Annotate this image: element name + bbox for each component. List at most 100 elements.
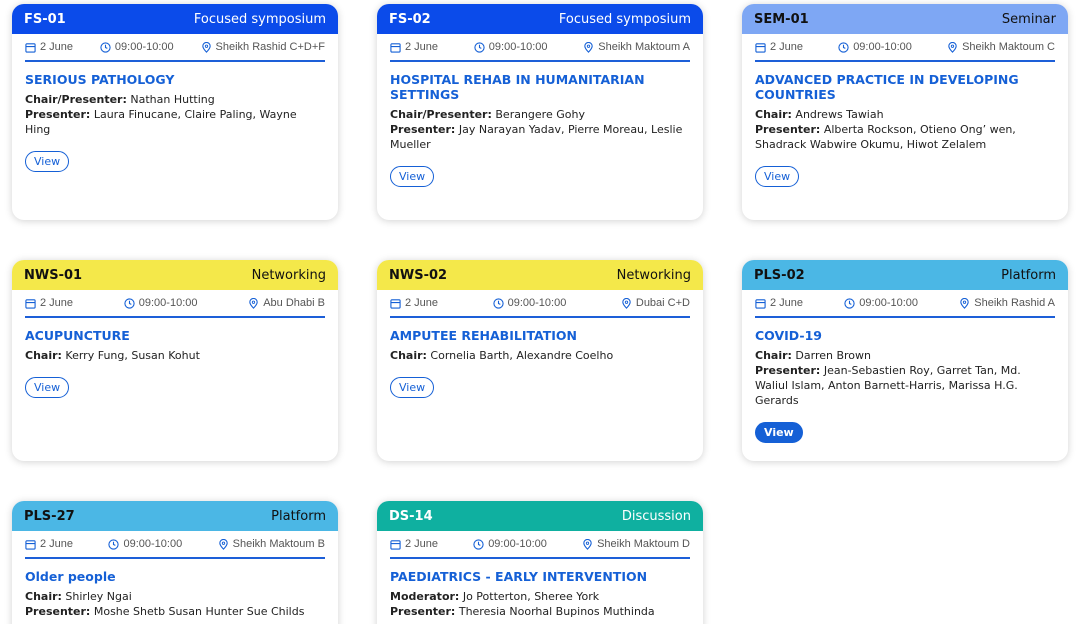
people-text: Andrews Tawiah xyxy=(795,108,884,121)
location-pin-icon xyxy=(947,41,958,53)
session-title[interactable]: COVID-19 xyxy=(755,328,1055,343)
view-button[interactable]: View xyxy=(25,151,70,172)
time-text: 09:00-10:00 xyxy=(853,41,912,53)
clock-icon xyxy=(108,538,120,550)
chair-line: Chair/Presenter: Nathan Hutting xyxy=(25,92,325,107)
date-text: 2 June xyxy=(40,41,74,53)
chair-line: Chair/Presenter: Berangere Gohy xyxy=(390,107,690,122)
card-header: FS-02 Focused symposium xyxy=(377,4,703,34)
date-text: 2 June xyxy=(770,41,804,53)
presenter-line: Presenter: Jean-Sebastien Roy, Garret Ta… xyxy=(755,363,1055,408)
session-title[interactable]: AMPUTEE REHABILITATION xyxy=(390,328,690,343)
session-location: Sheikh Maktoum C xyxy=(947,41,1055,53)
session-code: NWS-01 xyxy=(24,267,83,283)
session-title[interactable]: ADVANCED PRACTICE IN DEVELOPING COUNTRIE… xyxy=(755,72,1055,102)
session-card-sem-01: SEM-01 Seminar 2 June 09:00-10:00 Sheikh… xyxy=(742,4,1068,220)
session-time: 09:00-10:00 xyxy=(492,297,566,309)
chair-line: Chair: Andrews Tawiah xyxy=(755,107,1055,122)
session-title[interactable]: PAEDIATRICS - EARLY INTERVENTION xyxy=(390,569,690,584)
session-title[interactable]: Older people xyxy=(25,569,325,584)
location-pin-icon xyxy=(959,297,970,309)
session-title[interactable]: SERIOUS PATHOLOGY xyxy=(25,72,325,87)
location-pin-icon xyxy=(583,41,594,53)
session-card-ds-14: DS-14 Discussion 2 June 09:00-10:00 Shei… xyxy=(377,501,703,624)
session-title[interactable]: ACUPUNCTURE xyxy=(25,328,325,343)
role-label: Chair/Presenter: xyxy=(390,108,492,121)
calendar-icon xyxy=(755,298,766,309)
role-label: Presenter: xyxy=(755,123,821,136)
role-label: Presenter: xyxy=(390,123,456,136)
clock-icon xyxy=(100,41,111,53)
session-time: 09:00-10:00 xyxy=(100,41,174,53)
location-text: Sheikh Maktoum B xyxy=(232,538,325,550)
location-text: Sheikh Rashid C+D+F xyxy=(215,41,325,53)
location-pin-icon xyxy=(218,538,229,550)
session-date: 2 June xyxy=(390,41,438,53)
date-text: 2 June xyxy=(405,41,439,53)
role-label: Chair: xyxy=(755,108,792,121)
session-location: Dubai C+D xyxy=(621,297,690,309)
presenter-line: Presenter: Theresia Noorhal Bupinos Muth… xyxy=(390,604,690,619)
role-label: Chair: xyxy=(25,349,62,362)
calendar-icon xyxy=(25,42,36,53)
location-pin-icon xyxy=(248,297,259,309)
location-text: Abu Dhabi B xyxy=(263,297,325,309)
location-text: Sheikh Maktoum A xyxy=(598,41,690,53)
clock-icon xyxy=(838,41,849,53)
card-header: SEM-01 Seminar xyxy=(742,4,1068,34)
location-text: Sheikh Maktoum C xyxy=(962,41,1055,53)
session-location: Sheikh Maktoum A xyxy=(583,41,690,53)
session-code: NWS-02 xyxy=(389,267,448,283)
calendar-icon xyxy=(390,42,401,53)
date-text: 2 June xyxy=(40,297,74,309)
view-button[interactable]: View xyxy=(25,377,70,398)
clock-icon xyxy=(124,297,135,309)
session-title[interactable]: HOSPITAL REHAB IN HUMANITARIAN SETTINGS xyxy=(390,72,690,102)
date-text: 2 June xyxy=(770,297,804,309)
session-code: FS-01 xyxy=(24,11,66,27)
session-location: Sheikh Rashid C+D+F xyxy=(201,41,325,53)
time-text: 09:00-10:00 xyxy=(114,41,174,53)
date-text: 2 June xyxy=(40,538,74,550)
session-date: 2 June xyxy=(390,538,438,550)
time-text: 09:00-10:00 xyxy=(138,297,198,309)
session-card-fs-02: FS-02 Focused symposium 2 June 09:00-10:… xyxy=(377,4,703,220)
clock-icon xyxy=(474,41,485,53)
view-button[interactable]: View xyxy=(755,422,803,443)
session-time: 09:00-10:00 xyxy=(108,538,182,550)
people-text: Darren Brown xyxy=(795,349,872,362)
session-date: 2 June xyxy=(25,41,73,53)
card-header: PLS-02 Platform xyxy=(742,260,1068,290)
session-time: 09:00-10:00 xyxy=(838,41,912,53)
card-header: NWS-01 Networking xyxy=(12,260,338,290)
session-meta: 2 June 09:00-10:00 Sheikh Rashid A xyxy=(755,290,1055,318)
session-type: Seminar xyxy=(1001,11,1056,27)
moderator-line: Moderator: Jo Potterton, Sheree York xyxy=(390,589,690,604)
view-button[interactable]: View xyxy=(390,377,435,398)
location-pin-icon xyxy=(582,538,593,550)
time-text: 09:00-10:00 xyxy=(488,538,547,550)
clock-icon xyxy=(473,538,484,550)
session-time: 09:00-10:00 xyxy=(474,41,548,53)
session-date: 2 June xyxy=(390,297,438,309)
session-card-pls-02: PLS-02 Platform 2 June 09:00-10:00 Sheik… xyxy=(742,260,1068,461)
people-text: Theresia Noorhal Bupinos Muthinda xyxy=(458,605,655,618)
view-button[interactable]: View xyxy=(390,166,435,187)
role-label: Chair: xyxy=(25,590,62,603)
session-date: 2 June xyxy=(755,297,803,309)
time-text: 09:00-10:00 xyxy=(123,538,183,550)
session-location: Sheikh Maktoum D xyxy=(582,538,690,550)
card-header: NWS-02 Networking xyxy=(377,260,703,290)
time-text: 09:00-10:00 xyxy=(488,41,548,53)
role-label: Presenter: xyxy=(755,364,821,377)
view-button[interactable]: View xyxy=(755,166,800,187)
role-label: Presenter: xyxy=(25,605,91,618)
location-text: Dubai C+D xyxy=(635,297,690,309)
session-type: Focused symposium xyxy=(193,11,326,27)
session-type: Networking xyxy=(616,267,691,283)
location-pin-icon xyxy=(621,297,632,309)
calendar-icon xyxy=(390,298,401,309)
session-meta: 2 June 09:00-10:00 Sheikh Maktoum B xyxy=(25,531,325,559)
session-card-pls-27: PLS-27 Platform 2 June 09:00-10:00 Sheik… xyxy=(12,501,338,624)
session-card-nws-02: NWS-02 Networking 2 June 09:00-10:00 Dub… xyxy=(377,260,703,461)
